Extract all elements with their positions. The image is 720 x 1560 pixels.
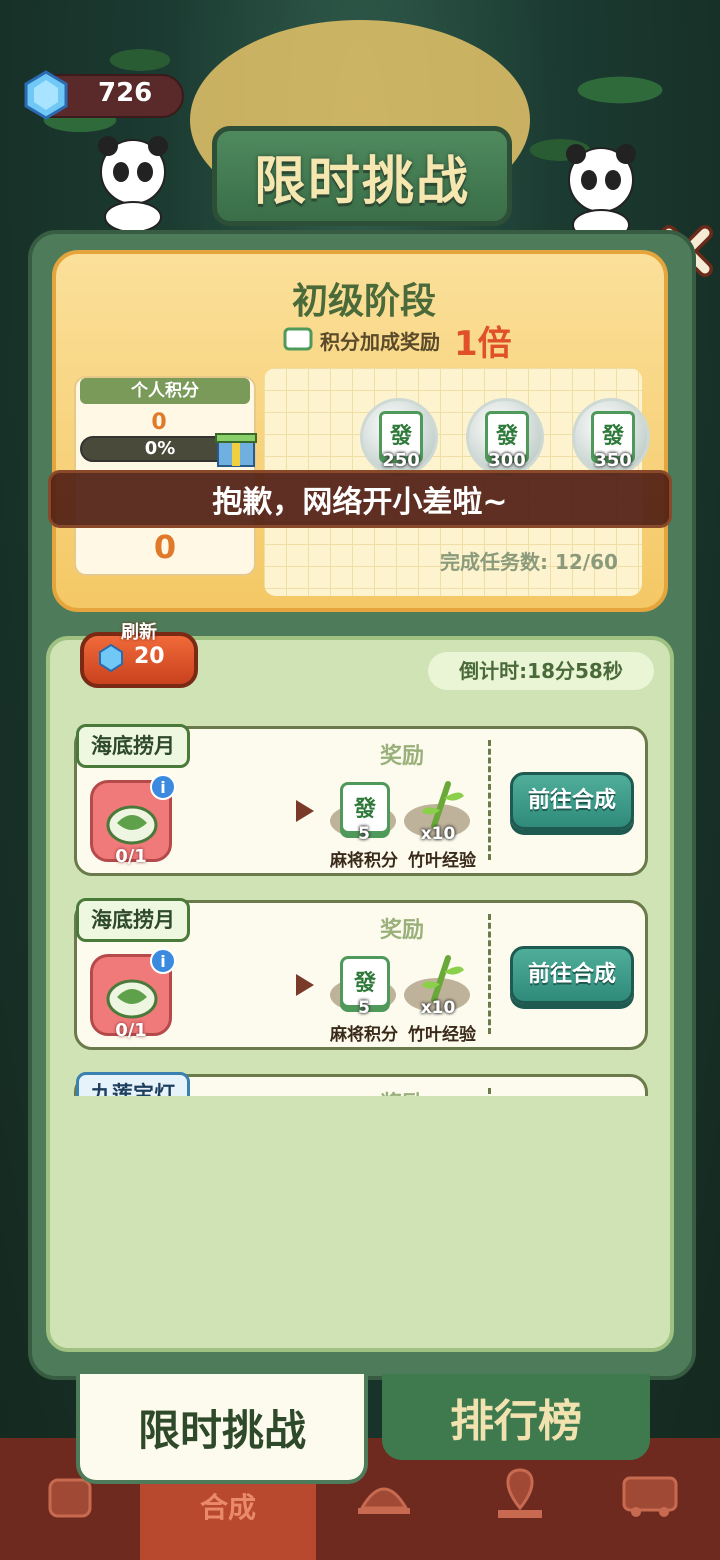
- tab-limited-challenge-label: 限时挑战: [137, 1405, 306, 1455]
- tab-leaderboard-label: 排行榜: [450, 1396, 582, 1447]
- bus-icon[interactable]: [620, 1464, 680, 1524]
- nav-merge-label: 合成: [199, 1491, 256, 1524]
- map-pin-icon[interactable]: [490, 1464, 550, 1524]
- tab-limited-challenge[interactable]: 限时挑战: [76, 1374, 368, 1484]
- tab-leaderboard[interactable]: 排行榜: [382, 1374, 650, 1460]
